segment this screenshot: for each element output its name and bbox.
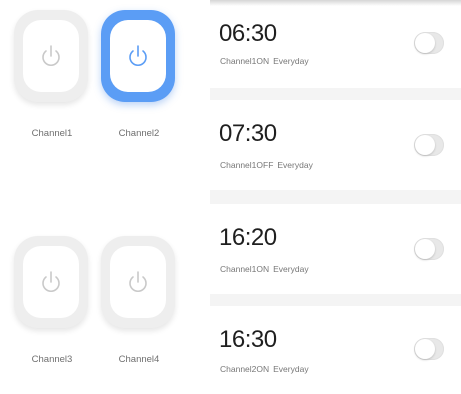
schedule-toggle[interactable] bbox=[414, 238, 444, 260]
schedule-repeat: Everyday bbox=[273, 264, 309, 274]
schedule-toggle[interactable] bbox=[414, 32, 444, 54]
schedule-channel-action: Channel1ON bbox=[220, 56, 270, 66]
schedule-time: 16:20 bbox=[219, 224, 277, 251]
schedule-item[interactable]: 07:30 Channel1OFF Everyday bbox=[210, 100, 461, 190]
channel-1-power-button[interactable] bbox=[14, 10, 88, 102]
schedule-channel-action: Channel1OFF bbox=[220, 160, 274, 170]
power-icon bbox=[129, 45, 147, 66]
channel-2-label: Channel2 bbox=[118, 128, 160, 139]
screen: Channel1 Channel2 Channel3 Channel4 06:3… bbox=[0, 0, 461, 394]
channel-1-power-button-face bbox=[23, 20, 79, 92]
toggle-knob bbox=[415, 239, 435, 259]
channel-3-power-button[interactable] bbox=[14, 236, 88, 328]
schedule-list: 06:30 Channel1ON Everyday 07:30 Channel1O… bbox=[210, 0, 461, 394]
schedule-time: 07:30 bbox=[219, 120, 277, 147]
schedule-item[interactable]: 06:30 Channel1ON Everyday bbox=[210, 6, 461, 88]
channel-4-label: Channel4 bbox=[118, 354, 160, 365]
schedule-description: Channel2ON Everyday bbox=[220, 364, 309, 374]
schedule-toggle[interactable] bbox=[414, 338, 444, 360]
toggle-knob bbox=[415, 33, 435, 53]
toggle-knob bbox=[415, 339, 435, 359]
power-icon bbox=[129, 271, 147, 292]
schedule-description: Channel1ON Everyday bbox=[220, 56, 309, 66]
power-icon bbox=[42, 45, 60, 66]
schedule-item[interactable]: 16:30 Channel2ON Everyday bbox=[210, 306, 461, 394]
schedule-time: 06:30 bbox=[219, 20, 277, 47]
schedule-repeat: Everyday bbox=[273, 56, 309, 66]
channel-grid: Channel1 Channel2 Channel3 Channel4 bbox=[0, 0, 205, 394]
schedule-toggle[interactable] bbox=[414, 134, 444, 156]
channel-1-label: Channel1 bbox=[31, 128, 73, 139]
channel-4-power-button-face bbox=[110, 246, 166, 318]
schedule-description: Channel1OFF Everyday bbox=[220, 160, 313, 170]
schedule-channel-action: Channel2ON bbox=[220, 364, 270, 374]
channel-2-power-button[interactable] bbox=[101, 10, 175, 102]
schedule-channel-action: Channel1ON bbox=[220, 264, 270, 274]
channel-2-power-button-face bbox=[110, 20, 166, 92]
schedule-time: 16:30 bbox=[219, 326, 277, 353]
schedule-repeat: Everyday bbox=[273, 364, 309, 374]
schedule-item[interactable]: 16:20 Channel1ON Everyday bbox=[210, 204, 461, 294]
power-icon bbox=[42, 271, 60, 292]
channel-3-label: Channel3 bbox=[31, 354, 73, 365]
schedule-repeat: Everyday bbox=[277, 160, 313, 170]
channel-3-power-button-face bbox=[23, 246, 79, 318]
toggle-knob bbox=[415, 135, 435, 155]
channel-4-power-button[interactable] bbox=[101, 236, 175, 328]
schedule-description: Channel1ON Everyday bbox=[220, 264, 309, 274]
